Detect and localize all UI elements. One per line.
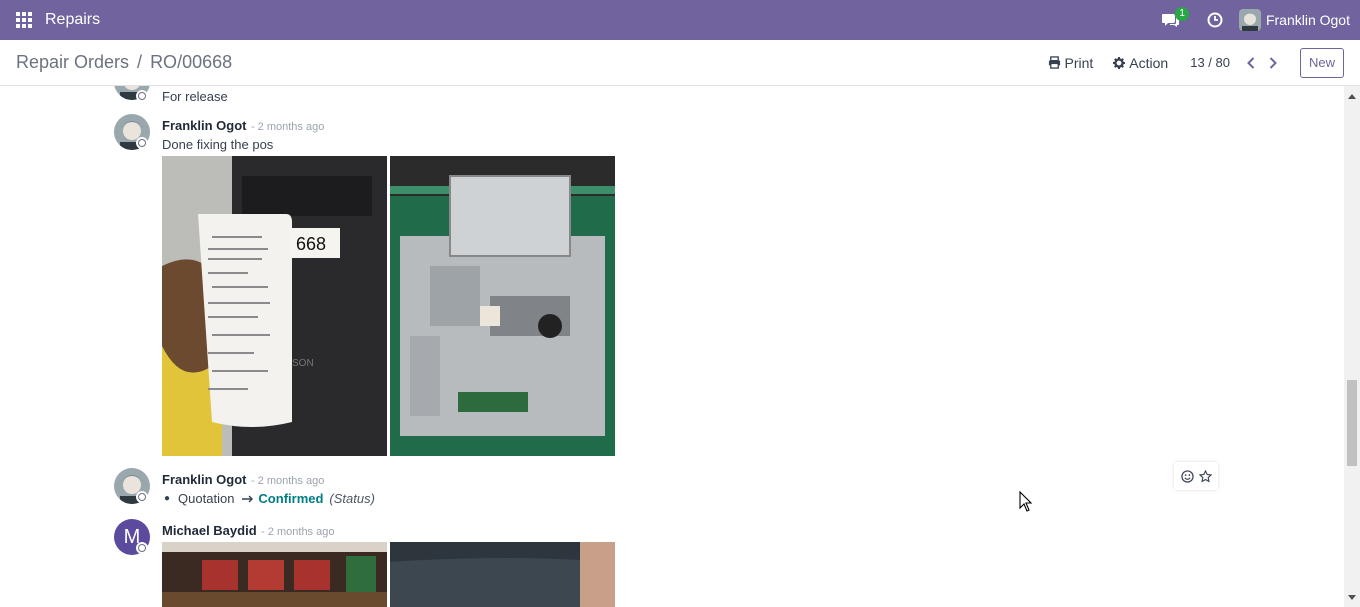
user-menu[interactable]: Franklin Ogot	[1237, 0, 1360, 40]
cursor-icon	[1019, 490, 1033, 518]
top-navbar: Repairs 1 Franklin Ogot	[0, 0, 1360, 40]
messages-badge: 1	[1175, 7, 1189, 21]
attachment-image[interactable]: 668 SON	[162, 156, 387, 456]
message-author[interactable]: Franklin Ogot	[162, 118, 247, 133]
message-date: - 2 months ago	[250, 475, 325, 487]
message-actions	[1174, 462, 1218, 490]
clock-icon	[1207, 12, 1223, 28]
presence-indicator	[136, 137, 148, 149]
presence-indicator	[136, 90, 148, 102]
message-body: Done fixing the pos	[162, 137, 274, 152]
user-name: Franklin Ogot	[1265, 12, 1350, 28]
new-button[interactable]: New	[1299, 47, 1344, 78]
tracking-field: (Status)	[329, 491, 375, 506]
attachment-image[interactable]	[162, 542, 387, 607]
smiley-icon[interactable]	[1180, 469, 1194, 483]
presence-indicator	[136, 542, 148, 554]
attachment-image[interactable]	[390, 542, 615, 607]
arrow-right-icon	[242, 491, 254, 506]
attachment-image[interactable]	[390, 156, 615, 456]
activities-button[interactable]	[1193, 0, 1237, 40]
pager-previous-button[interactable]	[1240, 48, 1262, 78]
bullet-icon: ●	[164, 493, 171, 504]
svg-text:668: 668	[296, 234, 326, 254]
chevron-left-icon	[1247, 56, 1255, 69]
breadcrumb-separator: /	[137, 52, 143, 72]
action-button[interactable]: Action	[1103, 55, 1178, 71]
tracking-value: ● Quotation Confirmed (Status)	[164, 491, 375, 506]
control-panel: Repair Orders / RO/00668 Print Action 13…	[0, 40, 1360, 86]
scroll-down-arrow-icon[interactable]	[1344, 589, 1360, 605]
svg-text:SON: SON	[292, 358, 314, 369]
message-author[interactable]: Franklin Ogot	[162, 472, 247, 487]
breadcrumb-current: RO/00668	[150, 52, 233, 72]
message-body: For release	[162, 89, 228, 104]
messages-button[interactable]: 1	[1149, 0, 1193, 40]
scroll-up-arrow-icon[interactable]	[1344, 88, 1360, 104]
pager-next-button[interactable]	[1262, 48, 1284, 78]
breadcrumb-parent[interactable]: Repair Orders	[16, 52, 129, 73]
apps-grid-icon[interactable]	[0, 0, 48, 40]
print-label: Print	[1064, 54, 1094, 71]
message-date: - 2 months ago	[261, 526, 335, 538]
presence-indicator	[136, 491, 148, 503]
tracking-old-value: Quotation	[178, 491, 235, 506]
message-author[interactable]: Michael Baydid	[162, 523, 257, 538]
action-label: Action	[1129, 54, 1169, 71]
gear-icon	[1113, 56, 1126, 69]
scrollbar-thumb[interactable]	[1347, 380, 1357, 466]
app-name[interactable]: Repairs	[45, 11, 100, 29]
message-date: - 2 months ago	[250, 121, 325, 133]
chatter-thread: For release Franklin Ogot - 2 months ago…	[0, 86, 1344, 607]
chevron-right-icon	[1269, 56, 1277, 69]
star-icon[interactable]	[1198, 469, 1212, 483]
tracking-new-value: Confirmed	[258, 491, 324, 506]
print-button[interactable]: Print	[1038, 55, 1104, 71]
pager-value[interactable]: 13 / 80	[1190, 55, 1230, 70]
breadcrumb: Repair Orders / RO/00668	[16, 52, 232, 73]
user-avatar	[1238, 9, 1261, 31]
print-icon	[1048, 56, 1060, 69]
vertical-scrollbar[interactable]	[1344, 86, 1360, 607]
